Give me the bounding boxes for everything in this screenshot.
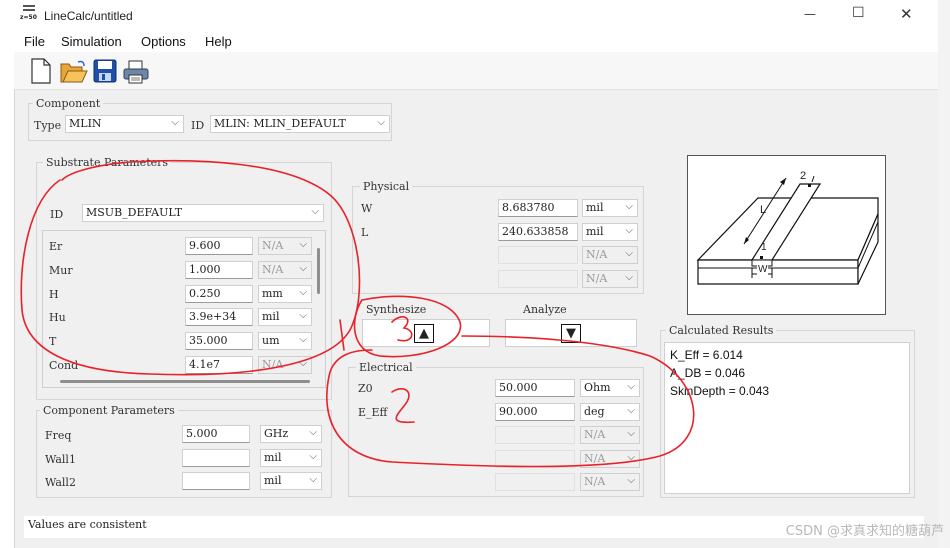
hand-annotations [20, 159, 695, 468]
